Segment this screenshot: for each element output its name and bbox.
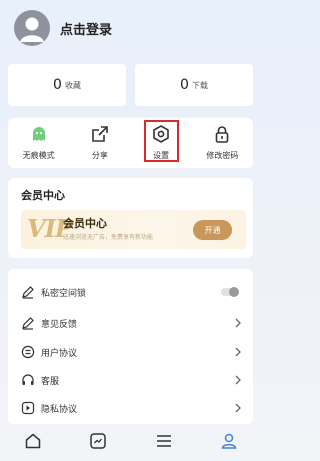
private-space-lock-label: 私密空间锁 xyxy=(41,288,87,299)
avatar[interactable] xyxy=(14,10,50,46)
change-password-button[interactable]: 修改密码 xyxy=(192,118,253,168)
chevron-right-icon xyxy=(235,403,241,413)
ghost-icon xyxy=(32,127,45,141)
toggle-knob xyxy=(229,287,239,297)
tab-list[interactable] xyxy=(149,426,179,456)
privacy-icon xyxy=(21,401,35,415)
downloads-card[interactable]: 0 下载 xyxy=(135,64,253,106)
privacy-policy-label: 隐私协议 xyxy=(41,404,78,415)
list-icon xyxy=(156,435,171,447)
favorites-count: 0 xyxy=(53,77,62,93)
vip-banner[interactable]: VIP 会员中心 迅速浏览无广告，免费享有新功能 开通 xyxy=(21,210,246,249)
share-label: 分享 xyxy=(91,151,108,160)
settings-button[interactable]: 设置 xyxy=(131,118,192,168)
tools-row: 无痕模式 分享 设置 修改密码 xyxy=(8,118,253,168)
lock-icon xyxy=(216,126,229,143)
user-agreement-label: 用户协议 xyxy=(41,348,78,359)
agreement-icon xyxy=(21,345,35,359)
tab-home[interactable] xyxy=(18,426,48,456)
incognito-mode-label: 无痕模式 xyxy=(22,151,55,160)
tab-video[interactable] xyxy=(83,426,113,456)
tab-profile[interactable] xyxy=(214,426,244,456)
headset-icon xyxy=(22,374,34,385)
vip-description: 迅速浏览无广告，免费享有新功能 xyxy=(63,234,154,241)
video-icon xyxy=(90,433,106,449)
share-icon xyxy=(92,126,108,142)
vip-section: 会员中心 VIP 会员中心 迅速浏览无广告，免费享有新功能 开通 xyxy=(8,178,253,258)
home-icon xyxy=(25,433,40,449)
chevron-right-icon xyxy=(235,347,241,357)
vip-open-button[interactable]: 开通 xyxy=(193,220,232,240)
vip-name: 会员中心 xyxy=(63,217,107,230)
change-password-label: 修改密码 xyxy=(206,151,239,160)
downloads-label: 下载 xyxy=(191,80,208,90)
favorites-label: 收藏 xyxy=(64,80,81,90)
pen-icon xyxy=(22,286,34,299)
highlight-box xyxy=(143,120,179,162)
feedback-item[interactable]: 意见反馈 xyxy=(8,309,253,337)
downloads-count: 0 xyxy=(180,77,189,93)
user-agreement-item[interactable]: 用户协议 xyxy=(8,338,253,366)
vip-section-title: 会员中心 xyxy=(21,189,65,202)
incognito-mode-button[interactable]: 无痕模式 xyxy=(8,118,69,168)
stats-row: 0 收藏 0 下载 xyxy=(8,64,253,106)
chevron-right-icon xyxy=(235,375,241,385)
customer-service-item[interactable]: 客服 xyxy=(8,366,253,394)
privacy-policy-item[interactable]: 隐私协议 xyxy=(8,394,253,422)
private-space-lock-toggle[interactable] xyxy=(221,287,239,297)
profile-header[interactable]: 点击登录 xyxy=(14,10,112,46)
login-label[interactable]: 点击登录 xyxy=(60,19,112,38)
user-avatar-icon xyxy=(20,17,44,42)
favorites-card[interactable]: 0 收藏 xyxy=(8,64,126,106)
bottom-tab-bar xyxy=(0,421,262,461)
private-space-lock-item[interactable]: 私密空间锁 xyxy=(8,278,253,306)
feedback-label: 意见反馈 xyxy=(41,319,78,330)
chevron-right-icon xyxy=(235,318,241,328)
profile-icon xyxy=(221,433,237,449)
settings-menu: 私密空间锁 意见反馈 用户协议 客服 隐私协议 xyxy=(8,269,253,424)
customer-service-label: 客服 xyxy=(41,376,60,387)
share-button[interactable]: 分享 xyxy=(69,118,130,168)
feedback-icon xyxy=(22,317,34,330)
